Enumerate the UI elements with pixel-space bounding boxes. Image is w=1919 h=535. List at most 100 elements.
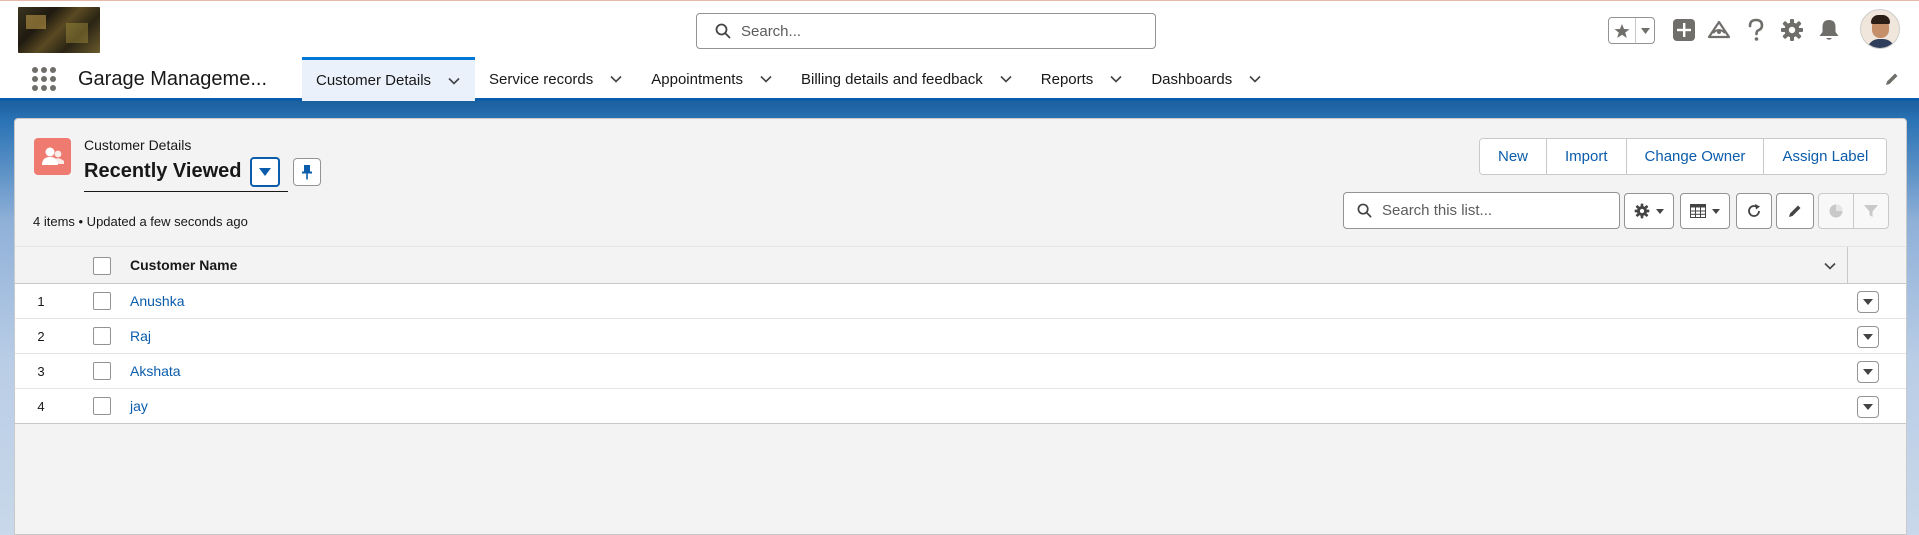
search-icon xyxy=(1357,203,1372,218)
avatar-body xyxy=(1867,39,1895,48)
favorites-button[interactable] xyxy=(1609,18,1637,43)
chevron-down-icon xyxy=(1656,208,1664,214)
gear-icon xyxy=(1781,19,1803,41)
chevron-down-icon[interactable] xyxy=(1823,259,1837,273)
chevron-down-icon xyxy=(1863,334,1873,340)
nav-item-dashboards[interactable]: Dashboards xyxy=(1137,57,1276,101)
nav-item-label: Service records xyxy=(489,70,594,88)
customer-name-link[interactable]: Anushka xyxy=(130,293,184,309)
row-checkbox[interactable] xyxy=(93,397,111,415)
change-owner-button[interactable]: Change Owner xyxy=(1626,139,1765,174)
nav-item-label: Customer Details xyxy=(316,72,432,89)
refresh-button[interactable] xyxy=(1736,193,1772,229)
filters-button[interactable] xyxy=(1853,193,1889,229)
customer-object-icon xyxy=(34,138,71,175)
row-actions-button[interactable] xyxy=(1857,291,1879,313)
table-row: 3 Akshata xyxy=(15,354,1906,389)
gear-icon xyxy=(1634,203,1650,219)
trailhead-guidance-button[interactable] xyxy=(1706,17,1732,43)
chevron-down-icon xyxy=(1863,299,1873,305)
list-view-picker-button[interactable] xyxy=(250,157,280,187)
avatar-hair xyxy=(1871,15,1890,24)
row-checkbox[interactable] xyxy=(93,292,111,310)
row-number: 1 xyxy=(37,294,45,309)
pin-icon xyxy=(302,165,312,180)
favorites-list-button[interactable] xyxy=(1636,27,1654,34)
row-number: 2 xyxy=(37,329,45,344)
global-search-input[interactable] xyxy=(741,22,1141,40)
list-search-input[interactable] xyxy=(1382,202,1612,219)
list-status-info: 4 items • Updated a few seconds ago xyxy=(33,214,248,229)
filter-icon xyxy=(1864,205,1878,217)
refresh-icon xyxy=(1748,204,1760,217)
chevron-down-icon[interactable] xyxy=(447,74,461,88)
select-all-checkbox[interactable] xyxy=(93,257,111,275)
nav-item-customer-details[interactable]: Customer Details xyxy=(302,57,476,101)
row-checkbox[interactable] xyxy=(93,362,111,380)
list-view-title[interactable]: Recently Viewed xyxy=(84,160,241,183)
chart-icon xyxy=(1829,204,1843,218)
global-search-box[interactable] xyxy=(696,13,1156,49)
nav-item-label: Billing details and feedback xyxy=(800,70,983,88)
assign-label-button[interactable]: Assign Label xyxy=(1764,139,1887,174)
nav-items: Customer Details Service records Appoint… xyxy=(302,57,1276,101)
favorites-button-group[interactable] xyxy=(1608,17,1655,44)
help-icon xyxy=(1748,18,1764,41)
list-search-box[interactable] xyxy=(1343,192,1620,229)
user-avatar[interactable] xyxy=(1860,9,1900,49)
nav-item-label: Dashboards xyxy=(1151,70,1233,88)
app-launcher-icon[interactable] xyxy=(32,67,56,91)
row-actions-button[interactable] xyxy=(1857,361,1879,383)
chevron-down-icon[interactable] xyxy=(759,72,773,86)
row-checkbox[interactable] xyxy=(93,327,111,345)
pin-list-view-button[interactable] xyxy=(293,158,321,186)
column-divider xyxy=(1847,247,1848,285)
notifications-button[interactable] xyxy=(1816,17,1842,43)
list-actions: New Import Change Owner Assign Label xyxy=(1479,138,1888,175)
pencil-icon xyxy=(1789,205,1801,217)
table-row: 1 Anushka xyxy=(15,284,1906,319)
table-icon xyxy=(1690,204,1706,218)
column-header-customer-name[interactable]: Customer Name xyxy=(130,257,237,273)
nav-item-service-records[interactable]: Service records xyxy=(475,57,637,101)
list-view-card: Customer Details Recently Viewed 4 items… xyxy=(14,118,1907,535)
row-actions-button[interactable] xyxy=(1857,396,1879,418)
chevron-down-icon[interactable] xyxy=(609,72,623,86)
nav-item-appointments[interactable]: Appointments xyxy=(637,57,787,101)
display-as-button[interactable] xyxy=(1680,193,1730,229)
charts-button[interactable] xyxy=(1818,193,1854,229)
customer-name-link[interactable]: Raj xyxy=(130,328,151,344)
nav-item-billing-details[interactable]: Billing details and feedback xyxy=(787,57,1027,101)
trailhead-icon xyxy=(1707,20,1731,39)
org-logo[interactable] xyxy=(18,7,100,53)
star-icon xyxy=(1614,23,1630,38)
import-button[interactable]: Import xyxy=(1547,139,1627,174)
nav-item-reports[interactable]: Reports xyxy=(1027,57,1138,101)
table-row: 4 jay xyxy=(15,389,1906,424)
chevron-down-icon xyxy=(1863,369,1873,375)
chevron-down-icon xyxy=(1863,404,1873,410)
edit-list-button[interactable] xyxy=(1776,193,1814,229)
app-name: Garage Manageme... xyxy=(78,68,267,90)
chevron-down-icon xyxy=(1712,208,1720,214)
setup-button[interactable] xyxy=(1779,17,1805,43)
chevron-down-icon xyxy=(1640,27,1650,34)
customer-name-link[interactable]: jay xyxy=(130,398,148,414)
app-navigation-bar: Garage Manageme... Customer Details Serv… xyxy=(0,57,1919,101)
table-row: 2 Raj xyxy=(15,319,1906,354)
new-button[interactable]: New xyxy=(1480,139,1548,174)
chevron-down-icon[interactable] xyxy=(1109,72,1123,86)
help-button[interactable] xyxy=(1743,17,1769,43)
nav-item-label: Appointments xyxy=(651,70,743,88)
row-actions-button[interactable] xyxy=(1857,326,1879,348)
chevron-down-icon[interactable] xyxy=(1248,72,1262,86)
row-number: 3 xyxy=(37,364,45,379)
global-actions-button[interactable] xyxy=(1671,17,1697,43)
list-settings-button[interactable] xyxy=(1624,193,1674,229)
customer-name-link[interactable]: Akshata xyxy=(130,363,181,379)
chevron-down-icon[interactable] xyxy=(999,72,1013,86)
search-icon xyxy=(715,23,731,39)
pencil-icon[interactable] xyxy=(1884,71,1900,87)
title-underline xyxy=(84,191,288,192)
table-header: Customer Name xyxy=(15,246,1906,285)
